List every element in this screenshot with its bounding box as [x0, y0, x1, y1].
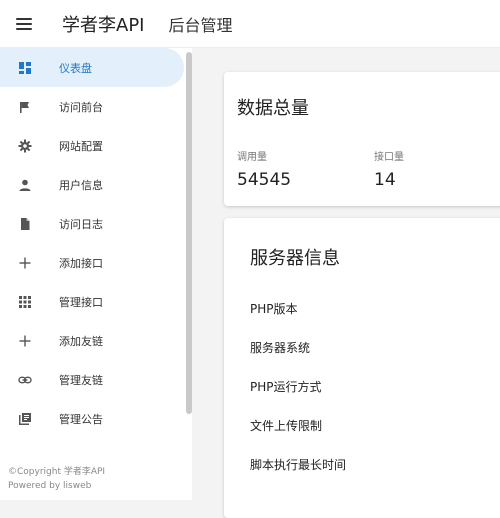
dashboard-icon	[0, 61, 50, 75]
app-subtitle: 后台管理	[168, 15, 233, 35]
sidebar-item-dashboard[interactable]: 仪表盘	[0, 48, 184, 87]
sidebar-item-label: 用户信息	[59, 178, 103, 192]
footer: ©Copyright 学者李API Powered by lisweb	[8, 465, 105, 493]
sidebar-item-label: 仪表盘	[59, 61, 92, 75]
card-title: 数据总量	[237, 98, 309, 119]
sidebar-item-add-api[interactable]: 添加接口	[0, 243, 192, 282]
powered-by-text: Powered by lisweb	[8, 481, 92, 491]
sidebar-item-label: 管理友链	[59, 373, 103, 387]
sidebar-item-label: 访问前台	[59, 100, 103, 114]
sidebar: 仪表盘 访问前台 网站配置 用户信息 访问日志 添加接口 管理接口 添加友链 管…	[0, 48, 192, 500]
gear-icon	[0, 139, 50, 153]
apps-grid-icon	[0, 295, 50, 309]
sidebar-item-label: 管理公告	[59, 412, 103, 426]
api-count-stat: 接口量 14	[374, 148, 404, 190]
call-count-stat: 调用量 54545	[237, 148, 291, 190]
card-title: 服务器信息	[250, 248, 340, 269]
flag-icon	[0, 100, 50, 114]
info-max-execution-time: 脚本执行最长时间	[250, 458, 347, 472]
stat-label: 调用量	[237, 152, 267, 163]
person-icon	[0, 178, 50, 192]
library-icon	[0, 412, 50, 426]
plus-icon	[0, 334, 50, 348]
sidebar-item-label: 访问日志	[59, 217, 103, 231]
sidebar-item-access-log[interactable]: 访问日志	[0, 204, 192, 243]
info-server-os: 服务器系统	[250, 341, 311, 355]
sidebar-item-label: 添加友链	[59, 334, 103, 348]
copyright-text: ©Copyright 学者李API	[8, 467, 106, 477]
server-info-card: 服务器信息 PHP版本 服务器系统 PHP运行方式 文件上传限制 脚本执行最长时…	[224, 218, 500, 518]
stat-value: 14	[374, 170, 396, 190]
sidebar-item-add-friend-link[interactable]: 添加友链	[0, 321, 192, 360]
sidebar-nav: 仪表盘 访问前台 网站配置 用户信息 访问日志 添加接口 管理接口 添加友链 管…	[0, 48, 192, 438]
plus-icon	[0, 256, 50, 270]
menu-icon[interactable]	[0, 0, 48, 48]
info-php-version: PHP版本	[250, 302, 298, 316]
sidebar-item-label: 添加接口	[59, 256, 103, 270]
info-upload-limit: 文件上传限制	[250, 419, 323, 433]
sidebar-item-manage-notice[interactable]: 管理公告	[0, 399, 192, 438]
data-summary-card: 数据总量 调用量 54545 接口量 14	[224, 72, 500, 206]
sidebar-item-site-config[interactable]: 网站配置	[0, 126, 192, 165]
stat-value: 54545	[237, 170, 292, 190]
sidebar-item-manage-friend-link[interactable]: 管理友链	[0, 360, 192, 399]
sidebar-item-manage-api[interactable]: 管理接口	[0, 282, 192, 321]
info-php-run-mode: PHP运行方式	[250, 380, 322, 394]
sidebar-item-label: 管理接口	[59, 295, 103, 309]
document-icon	[0, 217, 50, 231]
stat-label: 接口量	[374, 152, 404, 163]
sidebar-item-label: 网站配置	[59, 139, 103, 153]
top-app-bar: 学者李API 后台管理	[0, 0, 500, 48]
sidebar-item-visit-frontend[interactable]: 访问前台	[0, 87, 192, 126]
sidebar-scrollbar[interactable]	[186, 52, 192, 414]
link-icon	[0, 373, 50, 387]
sidebar-item-user-info[interactable]: 用户信息	[0, 165, 192, 204]
app-title: 学者李API	[62, 14, 145, 36]
